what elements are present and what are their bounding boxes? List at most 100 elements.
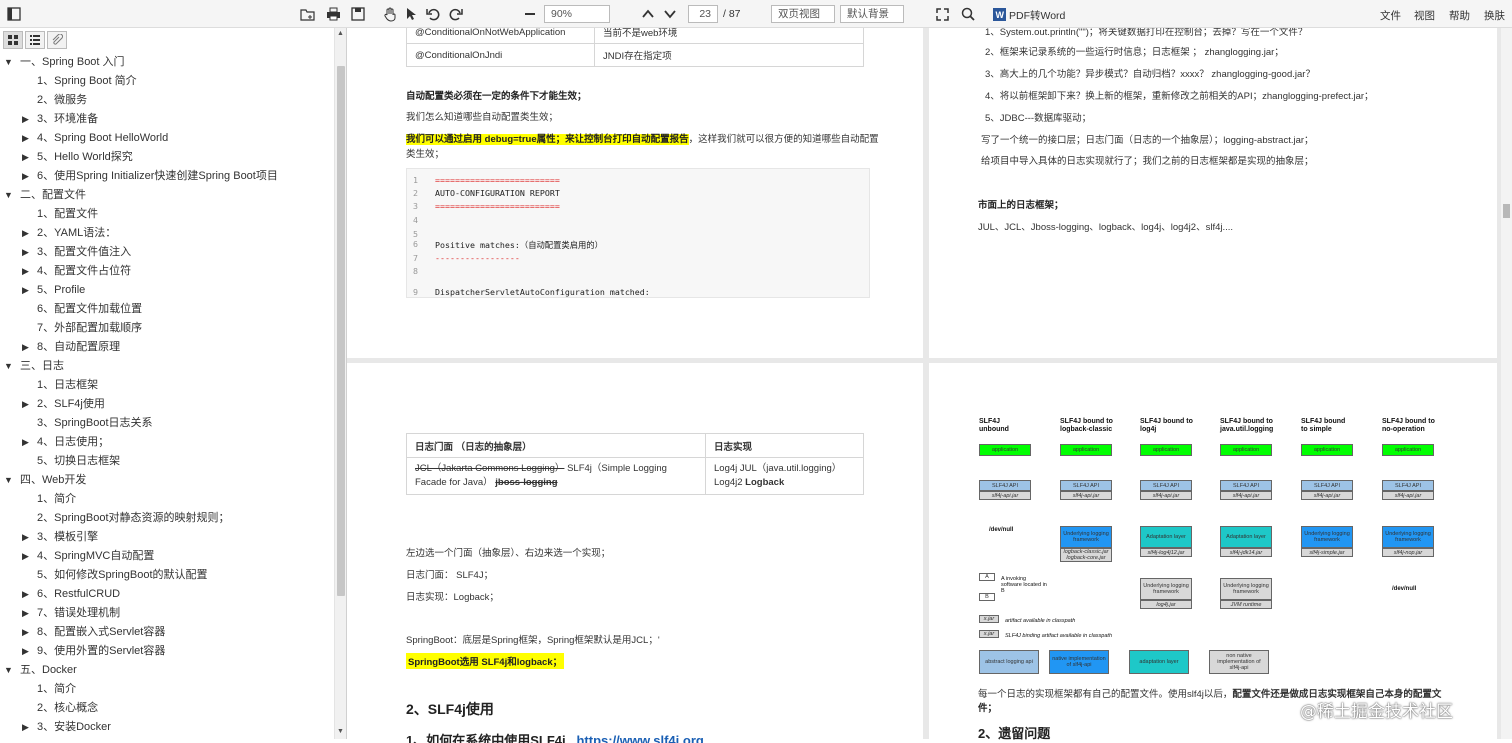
- sidebar-item[interactable]: ▶ 5、Hello World探究: [0, 148, 334, 167]
- sidebar-item[interactable]: 5、切换日志框架: [0, 452, 334, 471]
- line-number: 3: [413, 201, 418, 211]
- sidebar-item[interactable]: 1、日志框架: [0, 376, 334, 395]
- menu-view[interactable]: 视图: [1414, 8, 1435, 23]
- attachment-view-icon[interactable]: [47, 31, 67, 49]
- chevron-right-icon[interactable]: ▶: [22, 243, 29, 262]
- sidebar-item[interactable]: ▶ 7、错误处理机制: [0, 604, 334, 623]
- sidebar-item[interactable]: ▶ 8、自动配置原理: [0, 338, 334, 357]
- chevron-right-icon[interactable]: ▶: [22, 585, 29, 604]
- page-number-input[interactable]: 23: [688, 5, 718, 23]
- menu-help[interactable]: 帮助: [1449, 8, 1470, 23]
- sidebar-item[interactable]: ▶ 2、YAML语法：: [0, 224, 334, 243]
- chevron-right-icon[interactable]: ▶: [22, 148, 29, 167]
- paragraph: 给项目中导入具体的日志实现就行了；我们之前的日志框架都是实现的抽象层；: [981, 156, 1314, 167]
- sidebar-item[interactable]: 2、核心概念: [0, 699, 334, 718]
- sidebar-item[interactable]: 2、SpringBoot对静态资源的映射规则；: [0, 509, 334, 528]
- sidebar-scroll-thumb[interactable]: [337, 66, 345, 596]
- outline-view-icon[interactable]: [25, 31, 45, 49]
- sidebar-item[interactable]: 1、简介: [0, 490, 334, 509]
- thumbnail-view-icon[interactable]: [3, 31, 23, 49]
- sidebar-item[interactable]: 6、配置文件加载位置: [0, 300, 334, 319]
- sidebar-item[interactable]: ▼ 三、日志: [0, 357, 334, 376]
- background-select[interactable]: 默认背景: [840, 5, 904, 23]
- sidebar-item[interactable]: ▶ 3、安装Docker: [0, 718, 334, 737]
- code-text: =========================: [435, 201, 560, 211]
- chevron-right-icon[interactable]: ▶: [22, 110, 29, 129]
- chevron-down-icon[interactable]: ▼: [4, 53, 13, 72]
- next-page-icon[interactable]: [663, 5, 677, 23]
- sidebar-item[interactable]: 7、外部配置加载顺序: [0, 319, 334, 338]
- chevron-down-icon[interactable]: ▼: [4, 186, 13, 205]
- scroll-down-icon[interactable]: ▼: [337, 728, 344, 735]
- chevron-right-icon[interactable]: ▶: [22, 623, 29, 642]
- legend-jar: x.jar: [979, 615, 999, 623]
- sidebar-item[interactable]: 2、微服务: [0, 91, 334, 110]
- document-scrollbar[interactable]: [1501, 28, 1512, 739]
- sidebar-toggle-icon[interactable]: [6, 5, 22, 23]
- sidebar-item[interactable]: ▶ 4、日志使用；: [0, 433, 334, 452]
- chevron-right-icon[interactable]: ▶: [22, 338, 29, 357]
- fullscreen-icon[interactable]: [934, 5, 950, 23]
- view-mode-select[interactable]: 双页视图: [771, 5, 835, 23]
- sidebar-item[interactable]: ▶ 3、模板引擎: [0, 528, 334, 547]
- sidebar-item[interactable]: ▶ 4、配置文件占位符: [0, 262, 334, 281]
- chevron-right-icon[interactable]: ▶: [22, 167, 29, 186]
- sidebar-item[interactable]: ▼ 一、Spring Boot 入门: [0, 53, 334, 72]
- chevron-right-icon[interactable]: ▶: [22, 604, 29, 623]
- zoom-out-icon[interactable]: [523, 5, 537, 23]
- menu-skin[interactable]: 换肤: [1484, 8, 1505, 23]
- code-text: DispatcherServletAutoConfiguration match…: [435, 287, 650, 297]
- pdf-to-word-button[interactable]: PDF转Word: [1009, 8, 1065, 23]
- chevron-right-icon[interactable]: ▶: [22, 395, 29, 414]
- search-icon[interactable]: [960, 5, 976, 23]
- sidebar-item[interactable]: ▶ 9、使用外置的Servlet容器: [0, 642, 334, 661]
- sidebar-item[interactable]: ▼ 五、Docker: [0, 661, 334, 680]
- sidebar-item[interactable]: ▶ 4、SpringMVC自动配置: [0, 547, 334, 566]
- sidebar-item[interactable]: ▶ 3、配置文件值注入: [0, 243, 334, 262]
- rotate-right-icon[interactable]: [448, 5, 464, 23]
- chevron-right-icon[interactable]: ▶: [22, 547, 29, 566]
- chevron-right-icon[interactable]: ▶: [22, 718, 29, 737]
- sidebar-item[interactable]: ▼ 四、Web开发: [0, 471, 334, 490]
- chevron-right-icon[interactable]: ▶: [22, 262, 29, 281]
- sidebar-item[interactable]: 5、如何修改SpringBoot的默认配置: [0, 566, 334, 585]
- sidebar-item[interactable]: 3、SpringBoot日志关系: [0, 414, 334, 433]
- sidebar-scrollbar[interactable]: ▲ ▼: [334, 28, 346, 739]
- chevron-right-icon[interactable]: ▶: [22, 129, 29, 148]
- chevron-right-icon[interactable]: ▶: [22, 433, 29, 452]
- sidebar-item[interactable]: ▶ 6、使用Spring Initializer快速创建Spring Boot项目: [0, 167, 334, 186]
- sidebar-item[interactable]: 1、简介: [0, 680, 334, 699]
- chevron-down-icon[interactable]: ▼: [4, 357, 13, 376]
- hand-tool-icon[interactable]: [382, 5, 398, 23]
- document-viewer: @ConditionalOnNotWebApplication 当前不是web环境…: [347, 28, 1512, 743]
- sidebar-item-label: 8、自动配置原理: [37, 341, 121, 353]
- open-file-icon[interactable]: [299, 5, 315, 23]
- chevron-right-icon[interactable]: ▶: [22, 528, 29, 547]
- prev-page-icon[interactable]: [641, 5, 655, 23]
- chevron-right-icon[interactable]: ▶: [22, 224, 29, 243]
- document-scroll-thumb[interactable]: [1503, 204, 1510, 218]
- slf4j-link[interactable]: https://www.slf4j.org: [576, 733, 703, 743]
- sidebar-item[interactable]: ▼ 二、配置文件: [0, 186, 334, 205]
- print-icon[interactable]: [325, 5, 341, 23]
- chevron-right-icon[interactable]: ▶: [22, 642, 29, 661]
- rotate-left-icon[interactable]: [425, 5, 441, 23]
- sidebar-item[interactable]: 1、Spring Boot 简介: [0, 72, 334, 91]
- sidebar-item[interactable]: ▶ 2、SLF4j使用: [0, 395, 334, 414]
- select-cursor-icon[interactable]: [405, 5, 417, 23]
- line-number: 2: [413, 188, 418, 198]
- chevron-down-icon[interactable]: ▼: [4, 471, 13, 490]
- save-icon[interactable]: [350, 5, 366, 23]
- sidebar-item[interactable]: ▶ 5、Profile: [0, 281, 334, 300]
- sidebar-item[interactable]: ▶ 4、Spring Boot HelloWorld: [0, 129, 334, 148]
- sidebar-item[interactable]: ▶ 3、环境准备: [0, 110, 334, 129]
- chevron-down-icon[interactable]: ▼: [4, 661, 13, 680]
- sidebar-item[interactable]: 1、配置文件: [0, 205, 334, 224]
- sidebar-item[interactable]: ▶ 6、RestfulCRUD: [0, 585, 334, 604]
- sidebar-item[interactable]: ▶ 8、配置嵌入式Servlet容器: [0, 623, 334, 642]
- menu-file[interactable]: 文件: [1380, 8, 1401, 23]
- chevron-right-icon[interactable]: ▶: [22, 281, 29, 300]
- zoom-input[interactable]: 90%: [544, 5, 610, 23]
- scroll-up-icon[interactable]: ▲: [337, 30, 344, 37]
- jar-label: slf4j-api.jar: [1220, 491, 1272, 500]
